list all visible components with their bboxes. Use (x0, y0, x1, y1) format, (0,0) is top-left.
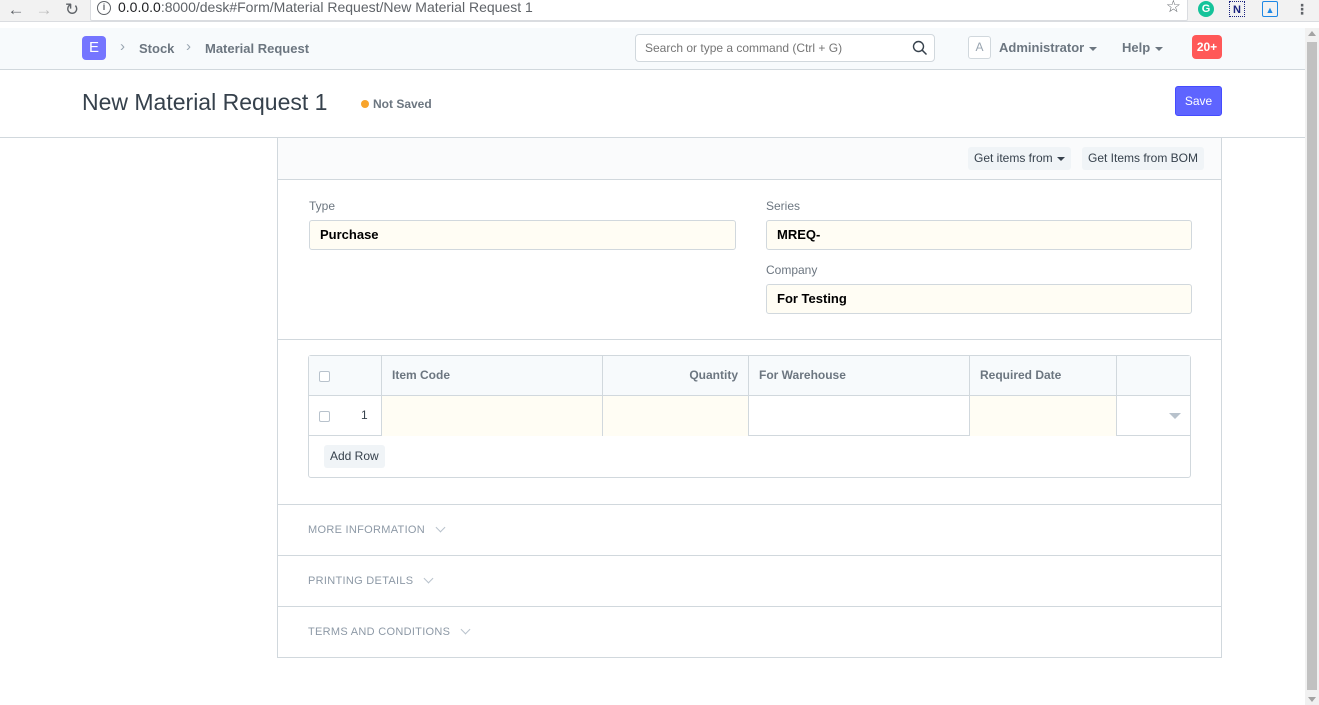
company-label: Company (766, 263, 818, 277)
user-menu[interactable]: Administrator (999, 40, 1098, 55)
select-all-checkbox[interactable] (319, 371, 330, 382)
caret-down-icon (1169, 413, 1181, 419)
app-logo[interactable]: E (82, 36, 106, 60)
column-item-code: Item Code (382, 356, 603, 396)
column-required-date: Required Date (970, 356, 1117, 396)
section-printing-details[interactable]: PRINTING DETAILS (278, 555, 1221, 606)
breadcrumb-stock[interactable]: Stock (139, 41, 174, 56)
required-date-cell[interactable] (970, 396, 1117, 436)
section-title: MORE INFORMATION (308, 522, 446, 536)
search-bar[interactable] (635, 34, 935, 62)
browser-menu-icon[interactable]: ⋮ (1294, 1, 1310, 17)
section-terms-and-conditions[interactable]: TERMS AND CONDITIONS (278, 606, 1221, 657)
chevron-right-icon: › (186, 38, 191, 55)
save-button[interactable]: Save (1175, 86, 1222, 116)
info-icon[interactable]: i (97, 1, 111, 15)
form-layout: Get items from Get Items from BOM Type P… (277, 138, 1222, 658)
series-select[interactable]: MREQ- (766, 220, 1192, 250)
add-row-button[interactable]: Add Row (324, 445, 385, 468)
help-menu[interactable]: Help (1122, 40, 1164, 55)
caret-down-icon (1155, 46, 1164, 51)
forward-arrow-icon[interactable]: → (34, 0, 54, 20)
status-indicator: Not Saved (361, 97, 432, 111)
section-title: TERMS AND CONDITIONS (308, 624, 471, 638)
bookmark-star-icon[interactable]: ☆ (1166, 0, 1181, 17)
items-table: Item Code Quantity For Warehouse Require… (308, 355, 1191, 478)
row-expand-cell[interactable] (1117, 396, 1190, 436)
app-navbar: E › Stock › Material Request A Administr… (0, 28, 1305, 70)
page-title: New Material Request 1 (82, 89, 328, 115)
column-for-warehouse: For Warehouse (749, 356, 970, 396)
browser-toolbar: ← → ↻ i 0.0.0.0:8000/desk#Form/Material … (0, 0, 1319, 22)
back-arrow-icon[interactable]: ← (6, 0, 26, 20)
get-items-from-bom-button[interactable]: Get Items from BOM (1082, 147, 1205, 170)
row-index: 1 (361, 408, 368, 422)
n-extension-icon[interactable]: N (1229, 1, 1245, 17)
row-select-cell: 1 (309, 396, 382, 436)
section-divider (278, 339, 1221, 340)
caret-down-icon (1056, 156, 1065, 161)
search-input[interactable] (645, 41, 905, 55)
row-checkbox[interactable] (319, 411, 330, 422)
page-scrollbar[interactable] (1305, 28, 1319, 705)
table-row[interactable]: 1 (309, 396, 1190, 436)
breadcrumb-material-request[interactable]: Material Request (205, 41, 309, 56)
type-label: Type (309, 199, 336, 213)
company-field[interactable]: For Testing (766, 284, 1192, 314)
scroll-down-arrow-icon[interactable] (1308, 697, 1316, 702)
warehouse-cell[interactable] (749, 396, 970, 436)
get-items-from-button[interactable]: Get items from (968, 147, 1071, 170)
chevron-down-icon (424, 573, 434, 584)
form-toolbar: Get items from Get Items from BOM (278, 138, 1221, 180)
column-quantity: Quantity (603, 356, 749, 396)
search-icon[interactable] (912, 40, 928, 56)
grammarly-extension-icon[interactable]: G (1198, 1, 1214, 17)
url-text: 0.0.0.0:8000/desk#Form/Material Request/… (118, 0, 533, 15)
chevron-down-icon (460, 624, 471, 635)
scroll-up-arrow-icon[interactable] (1308, 31, 1316, 36)
reload-icon[interactable]: ↻ (62, 0, 82, 20)
avatar[interactable]: A (968, 36, 991, 59)
scrollbar-thumb[interactable] (1307, 42, 1317, 690)
header-actions-cell (1117, 356, 1190, 396)
address-bar[interactable]: i 0.0.0.0:8000/desk#Form/Material Reques… (90, 0, 1188, 21)
screenshot-extension-icon[interactable]: ▲ (1262, 1, 1278, 17)
chevron-down-icon (435, 522, 446, 533)
type-select[interactable]: Purchase (309, 220, 736, 250)
series-label: Series (766, 199, 801, 213)
section-more-information[interactable]: MORE INFORMATION (278, 504, 1221, 555)
caret-down-icon (1089, 46, 1098, 51)
quantity-cell[interactable] (603, 396, 749, 436)
table-header: Item Code Quantity For Warehouse Require… (309, 356, 1190, 396)
status-dot-icon (361, 100, 369, 108)
chevron-right-icon: › (120, 38, 125, 55)
notification-badge[interactable]: 20+ (1192, 35, 1222, 59)
header-select-cell (309, 356, 382, 396)
item-code-cell[interactable] (382, 396, 603, 436)
page-header: New Material Request 1 Not Saved Save (0, 70, 1305, 138)
section-title: PRINTING DETAILS (308, 573, 434, 587)
